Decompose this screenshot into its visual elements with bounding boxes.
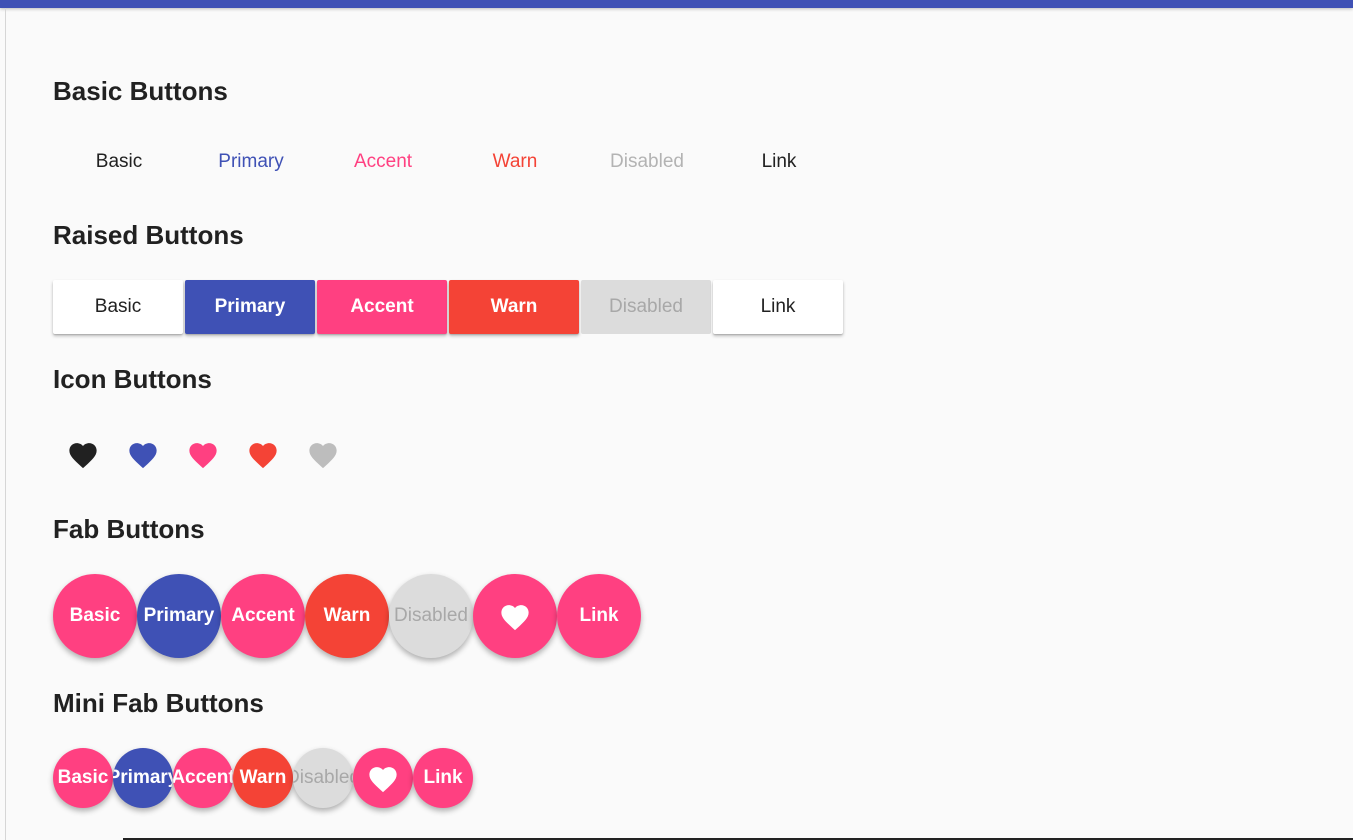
disabled-flat-button: Disabled bbox=[581, 144, 713, 180]
fab-buttons-row: Basic Primary Accent Warn Disabled Link bbox=[53, 574, 641, 658]
warn-fab-button[interactable]: Warn bbox=[305, 574, 389, 658]
disabled-mini-fab-button: Disabled bbox=[293, 748, 353, 808]
heart-fab-button[interactable] bbox=[473, 574, 557, 658]
warn-raised-button[interactable]: Warn bbox=[449, 280, 579, 334]
accent-mini-fab-button[interactable]: Accent bbox=[173, 748, 233, 808]
basic-icon-button[interactable] bbox=[53, 432, 113, 476]
heart-icon bbox=[189, 443, 217, 469]
disabled-raised-button: Disabled bbox=[581, 280, 711, 334]
primary-flat-button[interactable]: Primary bbox=[185, 144, 317, 180]
warn-mini-fab-button[interactable]: Warn bbox=[233, 748, 293, 808]
basic-raised-button[interactable]: Basic bbox=[53, 280, 183, 334]
heart-icon bbox=[501, 605, 529, 631]
warn-flat-button[interactable]: Warn bbox=[449, 144, 581, 180]
basic-mini-fab-button[interactable]: Basic bbox=[53, 748, 113, 808]
link-fab-button[interactable]: Link bbox=[557, 574, 641, 658]
accent-flat-button[interactable]: Accent bbox=[317, 144, 449, 180]
link-mini-fab-button[interactable]: Link bbox=[413, 748, 473, 808]
disabled-icon-button bbox=[293, 432, 353, 476]
heart-mini-fab-button[interactable] bbox=[353, 748, 413, 808]
mini-fab-buttons-row: Basic Primary Accent Warn Disabled Link bbox=[53, 748, 473, 808]
link-raised-button[interactable]: Link bbox=[713, 280, 843, 334]
raised-buttons-heading: Raised Buttons bbox=[53, 220, 244, 250]
mini-fab-buttons-heading: Mini Fab Buttons bbox=[53, 688, 264, 718]
disabled-fab-button: Disabled bbox=[389, 574, 473, 658]
primary-icon-button[interactable] bbox=[113, 432, 173, 476]
top-toolbar bbox=[0, 0, 1353, 8]
heart-icon bbox=[249, 443, 277, 469]
basic-fab-button[interactable]: Basic bbox=[53, 574, 137, 658]
heart-icon bbox=[69, 443, 97, 469]
basic-buttons-heading: Basic Buttons bbox=[53, 76, 228, 106]
accent-fab-button[interactable]: Accent bbox=[221, 574, 305, 658]
link-flat-button[interactable]: Link bbox=[713, 144, 845, 180]
primary-mini-fab-button[interactable]: Primary bbox=[113, 748, 173, 808]
icon-buttons-row bbox=[53, 432, 353, 476]
left-divider bbox=[5, 8, 6, 840]
basic-flat-button[interactable]: Basic bbox=[53, 144, 185, 180]
basic-buttons-row: Basic Primary Accent Warn Disabled Link bbox=[53, 144, 845, 180]
fab-buttons-heading: Fab Buttons bbox=[53, 514, 205, 544]
heart-icon bbox=[129, 443, 157, 469]
raised-buttons-row: Basic Primary Accent Warn Disabled Link bbox=[53, 280, 845, 334]
accent-raised-button[interactable]: Accent bbox=[317, 280, 447, 334]
primary-fab-button[interactable]: Primary bbox=[137, 574, 221, 658]
warn-icon-button[interactable] bbox=[233, 432, 293, 476]
accent-icon-button[interactable] bbox=[173, 432, 233, 476]
icon-buttons-heading: Icon Buttons bbox=[53, 364, 212, 394]
primary-raised-button[interactable]: Primary bbox=[185, 280, 315, 334]
heart-icon bbox=[369, 767, 397, 793]
heart-icon bbox=[309, 443, 337, 469]
